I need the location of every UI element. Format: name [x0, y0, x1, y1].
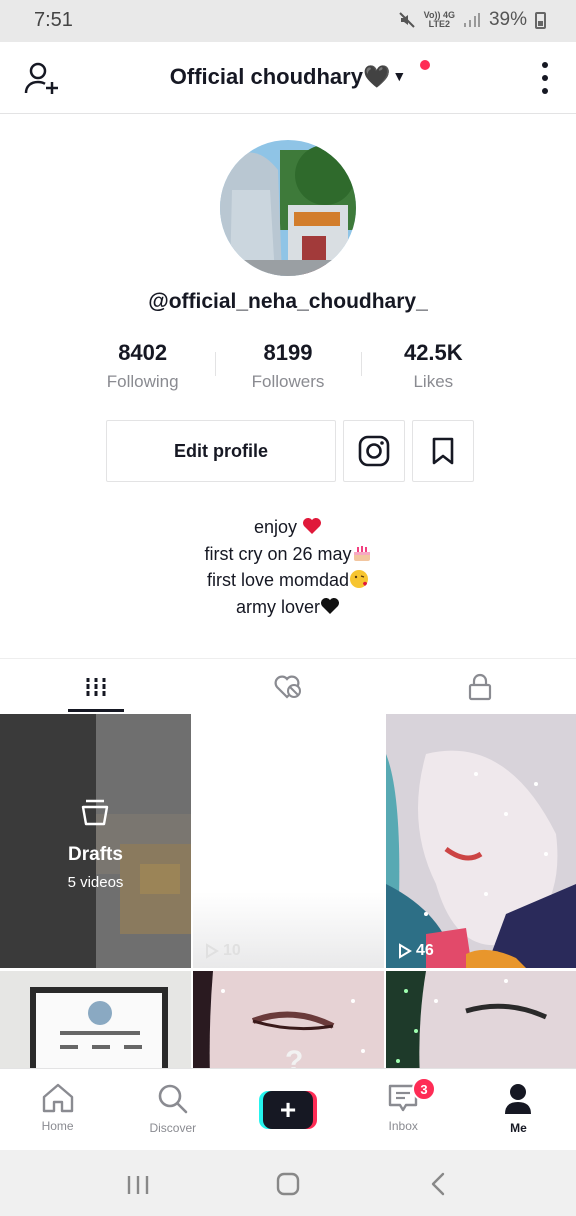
grid-icon [85, 677, 107, 696]
username-handle: @official_neha_choudhary_ [148, 290, 428, 313]
create-icon: + [259, 1091, 317, 1129]
bio-line: first cry on 26 may [0, 541, 576, 568]
bio: enjoy first cry on 26 may first love mom… [0, 514, 576, 620]
avatar[interactable] [220, 140, 356, 276]
instagram-button[interactable] [343, 420, 405, 482]
status-icons: Vo)) 4G LTE2 39% [398, 9, 546, 31]
video-tile[interactable]: ? [193, 971, 384, 1070]
network-indicator: Vo)) 4G LTE2 [423, 10, 455, 29]
view-count: 46 [398, 942, 434, 960]
bottom-navigation: Home Discover + Inbox Me [0, 1068, 576, 1150]
svg-text:?: ? [285, 1045, 303, 1070]
video-tile[interactable]: 10 [193, 714, 384, 968]
play-icon [399, 943, 412, 959]
nav-label: Home [41, 1119, 74, 1133]
nav-create[interactable]: + [230, 1069, 345, 1150]
tab-liked[interactable] [192, 659, 384, 714]
tab-private[interactable] [384, 659, 576, 714]
status-time: 7:51 [34, 9, 73, 31]
video-thumbnail [0, 971, 191, 1070]
edit-profile-button[interactable]: Edit profile [106, 420, 336, 482]
profile-name: Official choudhary🖤 [169, 64, 391, 89]
recent-apps-icon[interactable] [126, 1174, 150, 1196]
video-tile[interactable] [386, 971, 576, 1070]
stat-label: Likes [413, 372, 454, 391]
lock-icon [468, 673, 492, 700]
profile-actions: Edit profile [106, 420, 474, 482]
video-thumbnail [386, 714, 576, 968]
video-tile[interactable]: 46 [386, 714, 576, 968]
stat-label: Following [106, 372, 179, 391]
home-button-icon[interactable] [276, 1172, 300, 1196]
profile-header: Official choudhary🖤 ▼ [0, 42, 576, 114]
video-tile[interactable] [0, 971, 191, 1070]
notification-dot [420, 60, 430, 70]
back-icon[interactable] [430, 1172, 446, 1196]
instagram-icon [358, 435, 390, 467]
home-icon [42, 1083, 73, 1113]
account-switcher[interactable]: Official choudhary🖤 ▼ [0, 64, 576, 90]
more-icon[interactable] [540, 62, 550, 94]
favorites-button[interactable] [412, 420, 474, 482]
drafts-tile[interactable]: Drafts 5 videos [0, 714, 191, 968]
nav-inbox[interactable]: Inbox [346, 1069, 461, 1150]
drafts-icon [81, 799, 109, 826]
video-grid: Drafts 5 videos 10 46 ? [0, 714, 576, 1070]
system-navigation-bar [0, 1150, 576, 1216]
kiss-emoji-icon [350, 570, 369, 588]
bookmark-icon [432, 437, 454, 465]
search-icon [158, 1084, 188, 1114]
nav-me[interactable]: Me [461, 1069, 576, 1150]
mute-icon [398, 12, 415, 28]
signal-icon [463, 13, 480, 27]
profile-stats: 8402 Following 8199 Followers 42.5K Like… [70, 340, 506, 396]
profile-tabs [0, 658, 576, 714]
battery-percent: 39% [488, 9, 527, 30]
inbox-badge: 3 [412, 1077, 436, 1101]
chevron-down-icon: ▼ [392, 68, 407, 84]
tab-videos[interactable] [0, 659, 192, 714]
video-thumbnail [386, 971, 576, 1070]
drafts-count: 5 videos [67, 874, 124, 891]
stat-value: 8199 [263, 340, 313, 365]
black-heart-emoji-icon [321, 597, 339, 614]
nav-home[interactable]: Home [0, 1069, 115, 1150]
bio-line: first love momdad [0, 567, 576, 594]
nav-discover[interactable]: Discover [115, 1069, 230, 1150]
bio-line: army lover [0, 594, 576, 621]
view-count: 10 [205, 942, 241, 960]
stat-likes[interactable]: 42.5K Likes [360, 340, 506, 396]
stat-value: 8402 [118, 340, 168, 365]
heart-emoji-icon [303, 518, 322, 534]
battery-icon [535, 11, 546, 29]
nav-label: Inbox [388, 1119, 418, 1133]
drafts-thumbnail [0, 714, 191, 968]
stat-followers[interactable]: 8199 Followers [215, 340, 360, 396]
drafts-title: Drafts [68, 844, 123, 865]
video-thumbnail: ? [193, 971, 384, 1070]
stat-following[interactable]: 8402 Following [70, 340, 215, 396]
stat-value: 42.5K [403, 340, 463, 365]
cake-emoji-icon [353, 545, 370, 561]
status-bar: 7:51 Vo)) 4G LTE2 39% [0, 0, 576, 42]
profile-icon [505, 1084, 532, 1114]
liked-hidden-icon [274, 675, 301, 699]
nav-label: Me [510, 1121, 527, 1135]
play-icon [206, 943, 219, 959]
bio-line: enjoy [0, 514, 576, 541]
active-tab-indicator [68, 709, 124, 712]
nav-label: Discover [149, 1121, 197, 1135]
stat-label: Followers [251, 372, 325, 391]
